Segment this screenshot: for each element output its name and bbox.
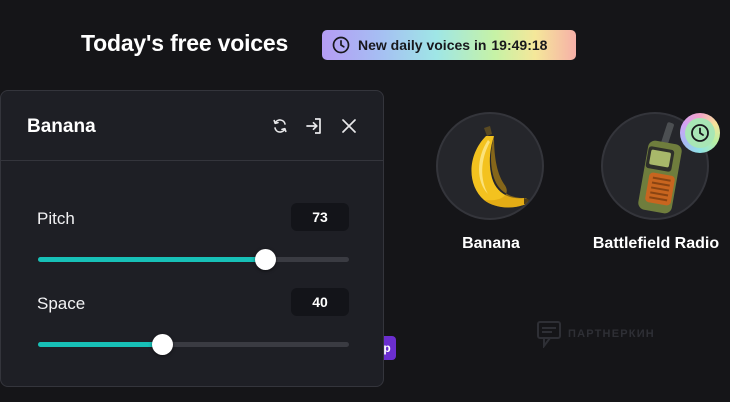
banana-icon [471, 126, 530, 208]
space-slider-fill [38, 342, 162, 347]
clock-icon [691, 124, 709, 142]
reset-button[interactable] [269, 115, 291, 137]
panel-header: Banana [1, 91, 383, 161]
panel-title: Banana [27, 116, 96, 137]
watermark-text: ПАРТНЕРКИН [568, 328, 655, 340]
pitch-label: Pitch [37, 209, 75, 228]
page-title: Today's free voices [81, 30, 289, 56]
watermark-logo-icon [537, 321, 561, 348]
premium-clock-icon [680, 113, 720, 153]
pitch-slider[interactable] [38, 249, 349, 270]
close-icon [342, 119, 356, 133]
daily-voices-timer: 19:49:18 [491, 37, 548, 53]
clock-icon [332, 36, 350, 54]
watermark: ПАРТНЕРКИН [536, 320, 655, 348]
premium-clock-inner [685, 118, 715, 148]
space-slider-thumb[interactable] [152, 334, 173, 355]
voice-name-battlefield-radio: Battlefield Radio [592, 235, 720, 252]
pitch-slider-thumb[interactable] [255, 249, 276, 270]
close-button[interactable] [338, 115, 360, 137]
space-label: Space [37, 294, 86, 313]
space-value[interactable]: 40 [291, 288, 349, 316]
voice-settings-panel: Banana Pitch 73 Space 40 [0, 90, 384, 387]
chip-glyph: p [383, 341, 391, 355]
app-root: Today's free voices New daily voices in … [0, 0, 730, 402]
voice-avatar-banana[interactable] [436, 112, 544, 220]
pitch-slider-fill [38, 257, 265, 262]
daily-voices-badge: New daily voices in 19:49:18 [322, 30, 576, 60]
reset-icon [273, 119, 287, 133]
apply-button[interactable] [303, 115, 325, 137]
space-slider[interactable] [38, 334, 349, 355]
daily-voices-label: New daily voices in [358, 37, 487, 53]
pitch-value[interactable]: 73 [291, 203, 349, 231]
sign-in-icon [306, 118, 321, 134]
